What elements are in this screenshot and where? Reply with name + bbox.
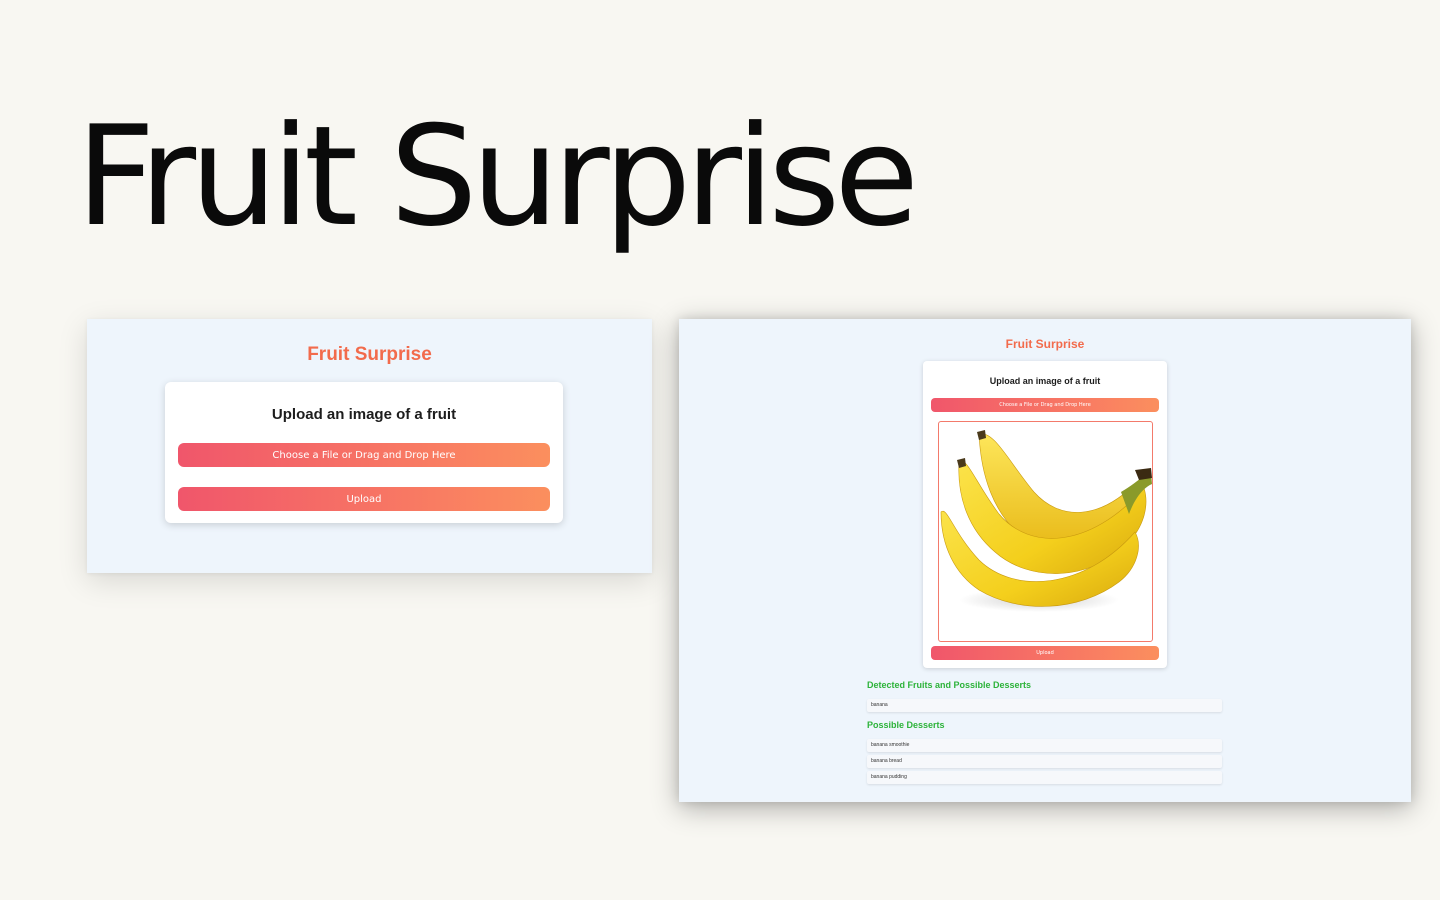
upload-button[interactable]: Upload <box>178 487 550 511</box>
results-screen-screenshot: Fruit Surprise Upload an image of a frui… <box>679 319 1411 802</box>
detected-fruit-item: banana <box>867 699 1222 712</box>
banana-image <box>940 430 1152 612</box>
choose-file-button[interactable]: Choose a File or Drag and Drop Here <box>178 443 550 467</box>
possible-desserts-heading: Possible Desserts <box>867 720 945 730</box>
upload-screen-screenshot: Fruit Surprise Upload an image of a frui… <box>87 319 652 573</box>
dessert-item: banana pudding <box>867 771 1222 784</box>
upload-card: Upload an image of a fruit Choose a File… <box>165 382 563 523</box>
dessert-item: banana smoothie <box>867 739 1222 752</box>
dessert-item: banana bread <box>867 755 1222 768</box>
hero-title: Fruit Surprise <box>76 96 919 257</box>
upload-card-title: Upload an image of a fruit <box>989 376 1101 386</box>
detected-fruits-heading: Detected Fruits and Possible Desserts <box>867 680 1032 690</box>
app-title: Fruit Surprise <box>1005 337 1085 351</box>
upload-card-title: Upload an image of a fruit <box>271 406 457 423</box>
upload-button[interactable]: Upload <box>931 646 1159 660</box>
choose-file-button[interactable]: Choose a File or Drag and Drop Here <box>931 398 1159 412</box>
image-preview <box>938 421 1153 642</box>
upload-card: Upload an image of a fruit Choose a File… <box>923 361 1167 668</box>
app-title: Fruit Surprise <box>307 344 432 365</box>
